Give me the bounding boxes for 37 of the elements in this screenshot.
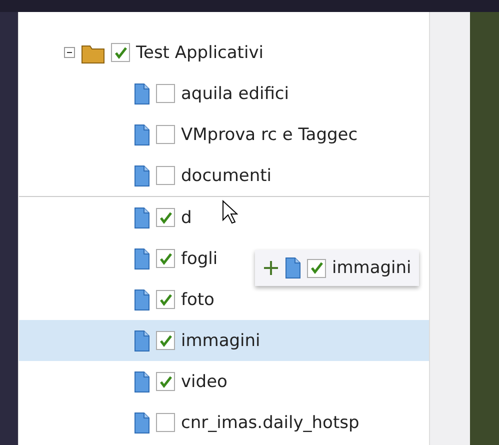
document-icon: [134, 206, 150, 228]
tree-item-label[interactable]: d: [181, 208, 192, 228]
tree-item-label[interactable]: foto: [181, 290, 214, 310]
document-icon: [134, 124, 150, 146]
checkbox[interactable]: [156, 249, 175, 268]
checkbox[interactable]: [156, 331, 175, 350]
tree-item-label[interactable]: fogli: [181, 248, 218, 268]
checkbox[interactable]: [156, 290, 175, 309]
tree-item-label[interactable]: aquila edifici: [181, 84, 290, 104]
document-icon: [134, 82, 150, 104]
checkbox[interactable]: [156, 125, 175, 144]
document-icon: [134, 370, 150, 392]
checkbox[interactable]: [156, 372, 175, 391]
checkbox[interactable]: [156, 413, 175, 432]
tree-item-label: immagini: [332, 258, 412, 278]
document-icon: [134, 330, 150, 352]
checkbox[interactable]: [156, 84, 175, 103]
document-icon: [134, 164, 150, 186]
checkbox[interactable]: [111, 43, 130, 62]
document-icon: [134, 412, 150, 434]
scrollbar[interactable]: [429, 12, 470, 445]
tree-item-label[interactable]: video: [181, 372, 228, 392]
selected-row-highlight[interactable]: immagini: [19, 320, 429, 361]
cursor-icon: [222, 200, 238, 224]
tree-item-label[interactable]: immagini: [181, 330, 260, 350]
tree-item-label[interactable]: Test Applicativi: [136, 42, 264, 62]
tree-item-label[interactable]: documenti: [181, 166, 272, 186]
tree-item-label[interactable]: VMprova rc e Taggec: [181, 124, 358, 144]
document-icon: [285, 257, 301, 279]
collapse-icon[interactable]: [64, 47, 75, 58]
move-icon: [263, 260, 279, 276]
checkbox[interactable]: [156, 166, 175, 185]
tree-item-label[interactable]: cnr_imas.daily_hotsp: [181, 412, 360, 432]
checkbox[interactable]: [156, 208, 175, 227]
document-icon: [134, 288, 150, 310]
document-icon: [134, 248, 150, 270]
checkbox[interactable]: [307, 258, 326, 278]
